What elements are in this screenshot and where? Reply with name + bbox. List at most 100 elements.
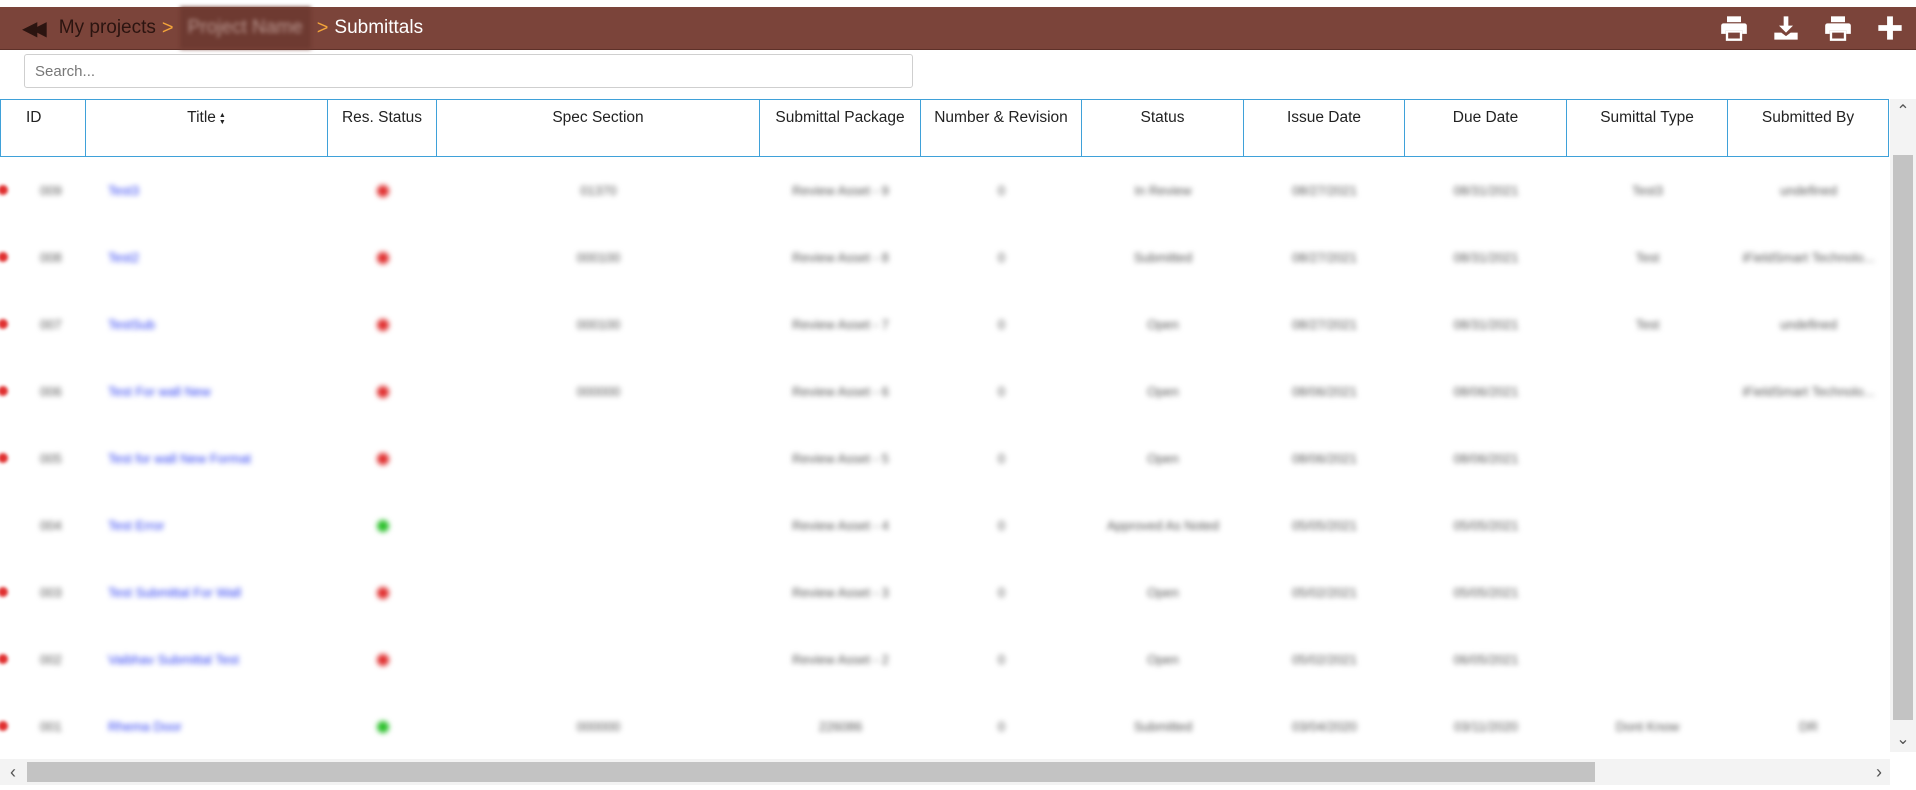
cell-title[interactable]: Rhema Door <box>86 693 328 752</box>
cell-number-revision: 0 <box>997 384 1006 399</box>
cell-number-revision: 0 <box>997 518 1006 533</box>
table-row[interactable]: 005 Test for wall New Format Review Asset … <box>0 425 1890 492</box>
column-header-label: Submittal Package <box>775 109 905 126</box>
cell-title[interactable]: Test for wall New Format <box>86 425 328 492</box>
cell-status: Submitted <box>1133 250 1193 265</box>
horizontal-scrollbar[interactable]: ‹ › <box>0 759 1890 785</box>
horizontal-scroll-thumb[interactable] <box>27 762 1595 782</box>
column-header-id[interactable]: ID <box>0 99 86 157</box>
column-header-issue-date[interactable]: Issue Date <box>1244 99 1405 157</box>
cell-id: 009 <box>40 183 62 198</box>
column-header-submittal-type[interactable]: Sumittal Type <box>1567 99 1728 157</box>
table-row[interactable]: 006 Test For wall New 000000 Review Asset -… <box>0 358 1890 425</box>
column-header-spec-section[interactable]: Spec Section <box>437 99 760 157</box>
cell-issue-date: 05/05/2021 <box>1291 518 1358 533</box>
column-header-title[interactable]: Title ▲ ▼ <box>86 99 328 157</box>
search-input[interactable] <box>24 54 913 88</box>
cell-submittal-package: Review Asset - 7 <box>792 317 889 332</box>
column-header-label: Due Date <box>1452 109 1519 126</box>
toolbar <box>1708 7 1916 49</box>
cell-status: Open <box>1147 384 1179 399</box>
cell-issue-date: 08/06/2021 <box>1291 384 1358 399</box>
cell-issue-date: 08/27/2021 <box>1291 183 1358 198</box>
table-row[interactable]: 008 Test2 000100 Review Asset - 8 0 Submitted… <box>0 224 1890 291</box>
cell-spec-section: 01370 <box>580 183 617 198</box>
table-row[interactable]: 002 Vaibhav Submittal Test Review Asset - … <box>0 626 1890 693</box>
plus-icon[interactable] <box>1864 7 1916 49</box>
breadcrumb-project[interactable]: Project Name <box>179 7 311 49</box>
cell-title[interactable]: Test For wall New <box>86 358 328 425</box>
cell-title[interactable]: TestSub <box>86 291 328 358</box>
table-row[interactable]: 009 Test3 01370 Review Asset - 9 0 In Review 0… <box>0 157 1890 224</box>
cell-res-status <box>328 559 437 626</box>
sort-icon[interactable]: ▲ ▼ <box>219 112 226 126</box>
column-header-res-status[interactable]: Res. Status <box>328 99 437 157</box>
status-dot-icon <box>376 251 389 264</box>
cell-id: 004 <box>40 518 62 533</box>
cell-spec-section <box>437 425 760 492</box>
cell-submittal-package: Review Asset - 9 <box>792 183 889 198</box>
cell-title[interactable]: Test3 <box>86 157 328 224</box>
table-row[interactable]: 003 Test Submittal For Wall Review Asset -… <box>0 559 1890 626</box>
cell-id: 007 <box>40 317 62 332</box>
cell-issue-date: 03/04/2020 <box>1291 719 1358 734</box>
cell-submitted-by: undefined <box>1779 317 1838 332</box>
cell-res-status <box>328 425 437 492</box>
cell-submittal-package: Review Asset - 2 <box>792 652 889 667</box>
cell-submittal-package: 226086 <box>818 719 863 734</box>
cell-due-date: 08/31/2021 <box>1453 317 1519 332</box>
cell-title[interactable]: Vaibhav Submittal Test <box>86 626 328 693</box>
cell-title[interactable]: Test Submittal For Wall <box>86 559 328 626</box>
scroll-up-icon[interactable]: ⌃ <box>1894 101 1912 121</box>
cell-number-revision: 0 <box>997 719 1006 734</box>
table-row[interactable]: 001 Rhema Door 000000 226086 0 Submitted 03/04… <box>0 693 1890 752</box>
cell-spec-section: 000100 <box>576 250 621 265</box>
cell-title[interactable]: Test2 <box>86 224 328 291</box>
download-icon[interactable] <box>1760 7 1812 49</box>
cell-issue-date: 05/02/2021 <box>1291 652 1358 667</box>
cell-res-status <box>328 693 437 752</box>
cell-status: Open <box>1147 652 1179 667</box>
status-dot-icon <box>376 653 389 666</box>
cell-submitted-by <box>1728 425 1889 492</box>
back-double-chevron-icon[interactable]: ◀◀ <box>22 16 47 41</box>
table-row[interactable]: 007 TestSub 000100 Review Asset - 7 0 Open 08/… <box>0 291 1890 358</box>
cell-submittal-type <box>1567 358 1728 425</box>
cell-number-revision: 0 <box>997 183 1006 198</box>
column-header-submittal-package[interactable]: Submittal Package <box>760 99 921 157</box>
column-header-number-revision[interactable]: Number & Revision <box>921 99 1082 157</box>
cell-due-date: 08/31/2021 <box>1453 250 1519 265</box>
cell-status: Approved As Noted <box>1106 518 1220 533</box>
column-header-due-date[interactable]: Due Date <box>1405 99 1567 157</box>
cell-id: 002 <box>40 652 62 667</box>
breadcrumb-my-projects[interactable]: My projects <box>59 17 156 39</box>
cell-id: 003 <box>40 585 62 600</box>
scroll-left-icon[interactable]: ‹ <box>4 762 22 782</box>
status-dot-icon <box>376 385 389 398</box>
print-icon[interactable] <box>1812 7 1864 49</box>
cell-status: Open <box>1147 451 1179 466</box>
cell-issue-date: 08/06/2021 <box>1291 451 1358 466</box>
cell-res-status <box>328 291 437 358</box>
cell-submitted-by <box>1728 492 1889 559</box>
cell-spec-section: 000000 <box>576 719 621 734</box>
vertical-scrollbar[interactable]: ⌃ ⌄ <box>1890 99 1916 752</box>
column-header-label: ID <box>26 109 42 126</box>
table-row[interactable]: 004 Test Error Review Asset - 4 0 Approved A… <box>0 492 1890 559</box>
cell-due-date: 05/05/2021 <box>1453 585 1519 600</box>
scroll-right-icon[interactable]: › <box>1870 762 1888 782</box>
cell-submittal-type: Test3 <box>1631 183 1664 198</box>
print-icon[interactable] <box>1708 7 1760 49</box>
vertical-scroll-thumb[interactable] <box>1893 155 1913 720</box>
column-header-submitted-by[interactable]: Submitted By <box>1728 99 1889 157</box>
cell-title[interactable]: Test Error <box>86 492 328 559</box>
cell-issue-date: 05/02/2021 <box>1291 585 1358 600</box>
cell-status: In Review <box>1134 183 1192 198</box>
status-dot-icon <box>376 452 389 465</box>
cell-res-status <box>328 224 437 291</box>
cell-submitted-by <box>1728 626 1889 693</box>
cell-submittal-type <box>1567 626 1728 693</box>
column-header-status[interactable]: Status <box>1082 99 1244 157</box>
scroll-down-icon[interactable]: ⌄ <box>1894 729 1912 749</box>
column-header-label: Submitted By <box>1761 109 1855 126</box>
